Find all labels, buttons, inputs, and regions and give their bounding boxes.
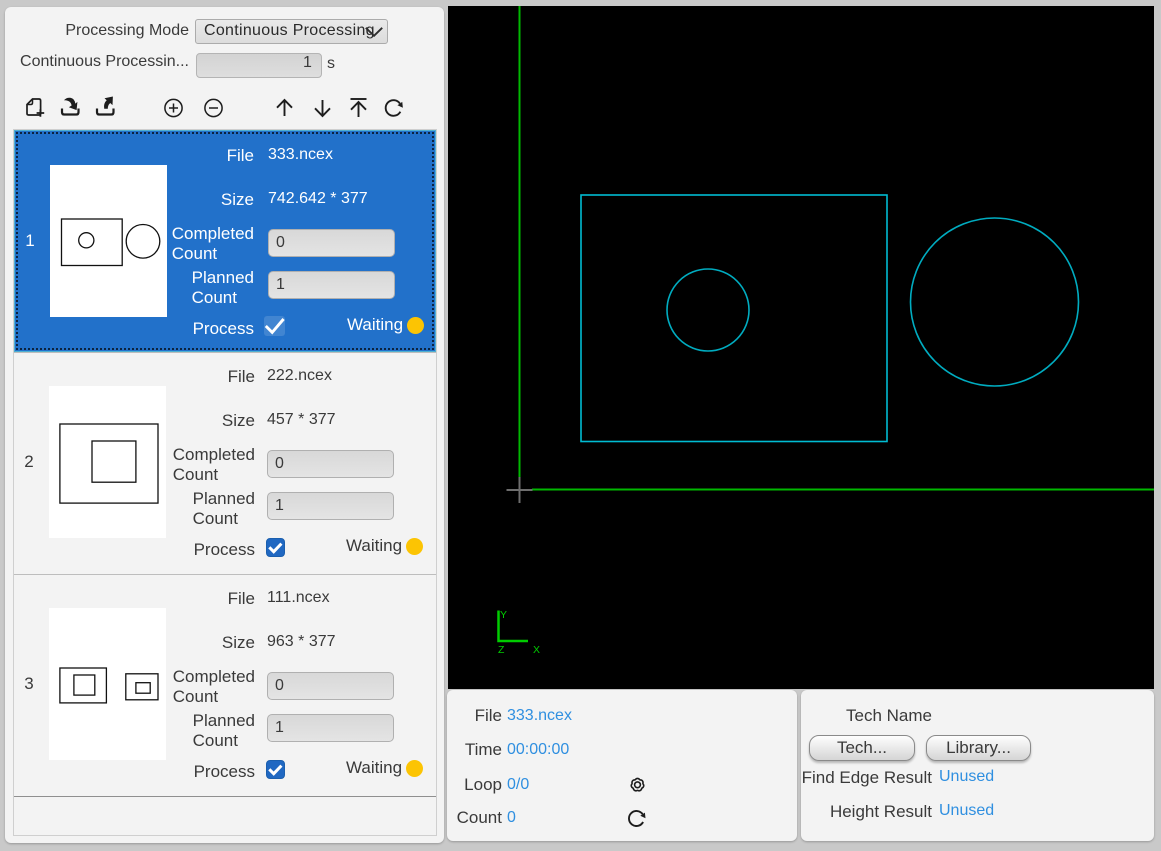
- svg-text:X: X: [533, 644, 540, 656]
- svg-text:Z: Z: [498, 644, 505, 656]
- svg-text:Y: Y: [500, 609, 507, 621]
